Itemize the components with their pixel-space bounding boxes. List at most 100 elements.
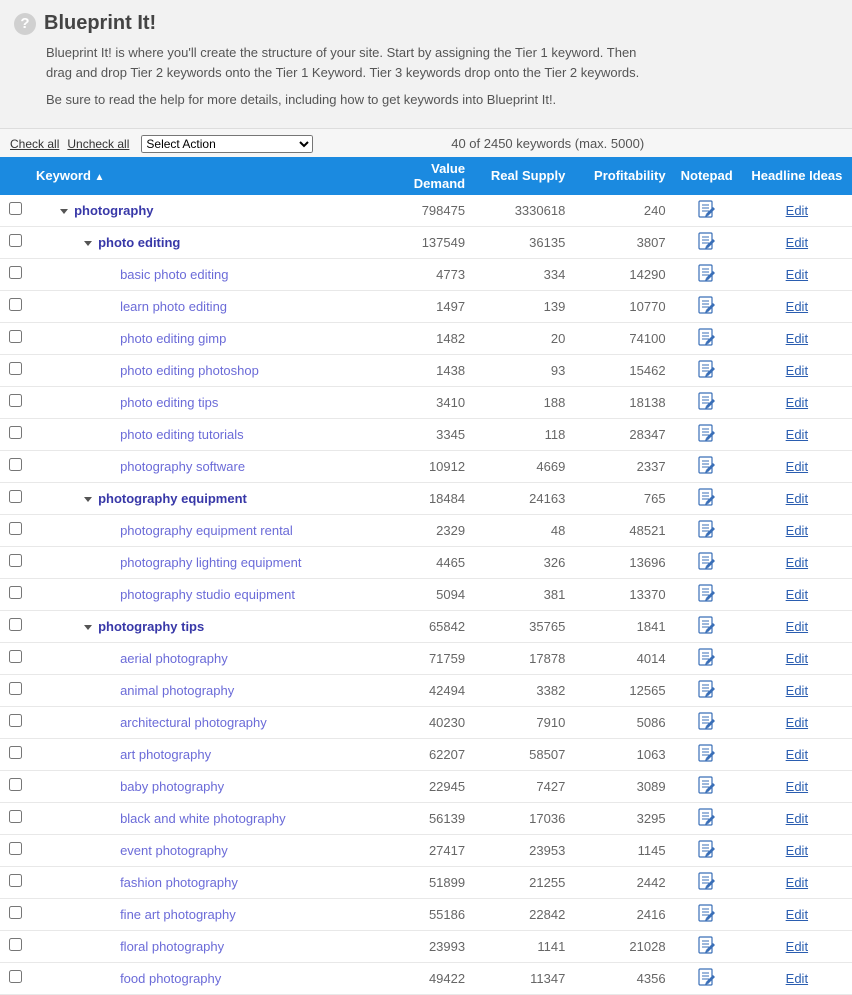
row-checkbox[interactable] <box>9 490 22 503</box>
edit-link[interactable]: Edit <box>786 395 808 410</box>
keyword-link[interactable]: black and white photography <box>120 811 286 826</box>
uncheck-all-link[interactable]: Uncheck all <box>67 137 129 151</box>
row-checkbox[interactable] <box>9 202 22 215</box>
keyword-link[interactable]: photo editing photoshop <box>120 363 259 378</box>
expand-icon[interactable] <box>84 497 92 502</box>
row-checkbox[interactable] <box>9 394 22 407</box>
col-headline-ideas[interactable]: Headline Ideas <box>742 157 852 195</box>
notepad-icon[interactable] <box>697 295 717 318</box>
edit-link[interactable]: Edit <box>786 939 808 954</box>
notepad-icon[interactable] <box>697 743 717 766</box>
col-notepad[interactable]: Notepad <box>672 157 742 195</box>
edit-link[interactable]: Edit <box>786 299 808 314</box>
keyword-link[interactable]: basic photo editing <box>120 267 228 282</box>
edit-link[interactable]: Edit <box>786 587 808 602</box>
row-checkbox[interactable] <box>9 714 22 727</box>
keyword-link[interactable]: architectural photography <box>120 715 267 730</box>
keyword-link[interactable]: food photography <box>120 971 221 986</box>
edit-link[interactable]: Edit <box>786 811 808 826</box>
row-checkbox[interactable] <box>9 938 22 951</box>
row-checkbox[interactable] <box>9 458 22 471</box>
row-checkbox[interactable] <box>9 906 22 919</box>
keyword-link[interactable]: photo editing <box>98 235 180 250</box>
notepad-icon[interactable] <box>697 423 717 446</box>
row-checkbox[interactable] <box>9 650 22 663</box>
notepad-icon[interactable] <box>697 519 717 542</box>
notepad-icon[interactable] <box>697 935 717 958</box>
edit-link[interactable]: Edit <box>786 619 808 634</box>
notepad-icon[interactable] <box>697 359 717 382</box>
row-checkbox[interactable] <box>9 746 22 759</box>
row-checkbox[interactable] <box>9 298 22 311</box>
keyword-link[interactable]: photo editing gimp <box>120 331 226 346</box>
notepad-icon[interactable] <box>697 871 717 894</box>
row-checkbox[interactable] <box>9 970 22 983</box>
keyword-link[interactable]: fashion photography <box>120 875 238 890</box>
edit-link[interactable]: Edit <box>786 907 808 922</box>
row-checkbox[interactable] <box>9 618 22 631</box>
edit-link[interactable]: Edit <box>786 459 808 474</box>
notepad-icon[interactable] <box>697 967 717 990</box>
keyword-link[interactable]: aerial photography <box>120 651 228 666</box>
edit-link[interactable]: Edit <box>786 971 808 986</box>
keyword-link[interactable]: photo editing tutorials <box>120 427 244 442</box>
row-checkbox[interactable] <box>9 586 22 599</box>
keyword-link[interactable]: learn photo editing <box>120 299 227 314</box>
keyword-link[interactable]: photography tips <box>98 619 204 634</box>
keyword-link[interactable]: photography software <box>120 459 245 474</box>
edit-link[interactable]: Edit <box>786 843 808 858</box>
notepad-icon[interactable] <box>697 487 717 510</box>
row-checkbox[interactable] <box>9 266 22 279</box>
keyword-link[interactable]: event photography <box>120 843 228 858</box>
notepad-icon[interactable] <box>697 615 717 638</box>
notepad-icon[interactable] <box>697 807 717 830</box>
row-checkbox[interactable] <box>9 234 22 247</box>
edit-link[interactable]: Edit <box>786 331 808 346</box>
expand-icon[interactable] <box>84 241 92 246</box>
row-checkbox[interactable] <box>9 874 22 887</box>
notepad-icon[interactable] <box>697 455 717 478</box>
edit-link[interactable]: Edit <box>786 427 808 442</box>
edit-link[interactable]: Edit <box>786 555 808 570</box>
row-checkbox[interactable] <box>9 842 22 855</box>
row-checkbox[interactable] <box>9 362 22 375</box>
edit-link[interactable]: Edit <box>786 875 808 890</box>
notepad-icon[interactable] <box>697 903 717 926</box>
keyword-link[interactable]: photography lighting equipment <box>120 555 301 570</box>
notepad-icon[interactable] <box>697 391 717 414</box>
notepad-icon[interactable] <box>697 327 717 350</box>
col-real-supply[interactable]: Real Supply <box>471 157 571 195</box>
keyword-link[interactable]: fine art photography <box>120 907 236 922</box>
keyword-link[interactable]: floral photography <box>120 939 224 954</box>
check-all-link[interactable]: Check all <box>10 137 59 151</box>
notepad-icon[interactable] <box>697 711 717 734</box>
notepad-icon[interactable] <box>697 583 717 606</box>
help-icon[interactable]: ? <box>14 13 36 35</box>
keyword-link[interactable]: animal photography <box>120 683 234 698</box>
row-checkbox[interactable] <box>9 810 22 823</box>
notepad-icon[interactable] <box>697 647 717 670</box>
edit-link[interactable]: Edit <box>786 715 808 730</box>
keyword-link[interactable]: photography <box>74 203 153 218</box>
col-keyword[interactable]: Keyword ▲ <box>0 157 371 195</box>
notepad-icon[interactable] <box>697 775 717 798</box>
notepad-icon[interactable] <box>697 231 717 254</box>
expand-icon[interactable] <box>84 625 92 630</box>
edit-link[interactable]: Edit <box>786 747 808 762</box>
expand-icon[interactable] <box>60 209 68 214</box>
notepad-icon[interactable] <box>697 551 717 574</box>
keyword-link[interactable]: photography equipment rental <box>120 523 293 538</box>
edit-link[interactable]: Edit <box>786 491 808 506</box>
edit-link[interactable]: Edit <box>786 363 808 378</box>
edit-link[interactable]: Edit <box>786 651 808 666</box>
edit-link[interactable]: Edit <box>786 203 808 218</box>
notepad-icon[interactable] <box>697 199 717 222</box>
notepad-icon[interactable] <box>697 263 717 286</box>
notepad-icon[interactable] <box>697 839 717 862</box>
keyword-link[interactable]: photo editing tips <box>120 395 218 410</box>
keyword-link[interactable]: photography equipment <box>98 491 247 506</box>
col-profitability[interactable]: Profitability <box>571 157 671 195</box>
row-checkbox[interactable] <box>9 522 22 535</box>
notepad-icon[interactable] <box>697 679 717 702</box>
keyword-link[interactable]: photography studio equipment <box>120 587 295 602</box>
